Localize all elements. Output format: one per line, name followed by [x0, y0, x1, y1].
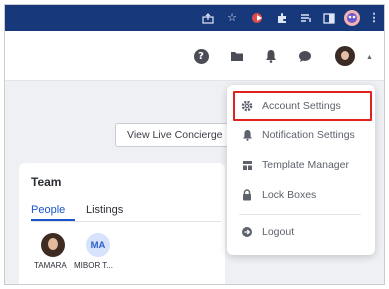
menu-item-label: Template Manager: [262, 159, 349, 171]
bell-icon: [241, 129, 253, 141]
reading-list-icon[interactable]: [299, 11, 313, 25]
member-avatar[interactable]: [41, 233, 65, 257]
member-avatar-initials[interactable]: MA: [86, 233, 110, 257]
menu-item-logout[interactable]: Logout: [227, 219, 375, 245]
gear-icon: [241, 100, 253, 112]
member-name: MIBOR T...: [74, 261, 113, 270]
puzzle-icon[interactable]: [275, 11, 289, 25]
menu-item-label: Lock Boxes: [262, 189, 317, 201]
member-name: TAMARA: [34, 261, 67, 270]
menu-item-notification-settings[interactable]: Notification Settings: [227, 122, 375, 148]
lock-icon: [241, 189, 253, 201]
user-avatar-icon[interactable]: [335, 46, 355, 66]
tab-divider: [31, 221, 221, 222]
bell-icon[interactable]: [263, 48, 279, 64]
app-window: ☆ ⋮ ? ▲ View Live Concierge Team People …: [4, 4, 385, 285]
team-card-title: Team: [31, 175, 62, 189]
folder-icon[interactable]: [229, 48, 245, 64]
help-icon[interactable]: ?: [193, 48, 209, 64]
profile-avatar-icon[interactable]: [344, 10, 360, 26]
star-icon[interactable]: ☆: [225, 11, 239, 25]
menu-item-label: Account Settings: [262, 100, 341, 112]
logout-icon: [241, 226, 253, 238]
menu-item-lock-boxes[interactable]: Lock Boxes: [227, 182, 375, 208]
app-header: ? ▲: [5, 31, 384, 81]
menu-item-label: Notification Settings: [262, 129, 355, 141]
menu-item-template-manager[interactable]: Template Manager: [227, 152, 375, 178]
tab-people[interactable]: People: [31, 204, 65, 216]
chevron-down-icon[interactable]: ▲: [366, 54, 373, 61]
account-dropdown-menu: Account Settings Notification Settings T…: [227, 85, 375, 255]
menu-divider: [239, 214, 361, 215]
team-card: Team People Listings MA TAMARA MIBOR T..…: [19, 163, 225, 284]
menu-item-account-settings[interactable]: Account Settings: [227, 93, 375, 119]
template-icon: [241, 159, 253, 171]
side-panel-icon[interactable]: [322, 11, 336, 25]
tab-listings[interactable]: Listings: [86, 204, 123, 216]
share-icon[interactable]: [201, 11, 215, 25]
browser-toolbar: ☆ ⋮: [5, 5, 384, 31]
kebab-menu-icon[interactable]: ⋮: [367, 11, 381, 25]
extension-arrow-icon[interactable]: [251, 11, 265, 25]
chat-icon[interactable]: [297, 48, 313, 64]
view-live-concierge-button[interactable]: View Live Concierge: [115, 123, 233, 147]
menu-item-label: Logout: [262, 226, 295, 238]
